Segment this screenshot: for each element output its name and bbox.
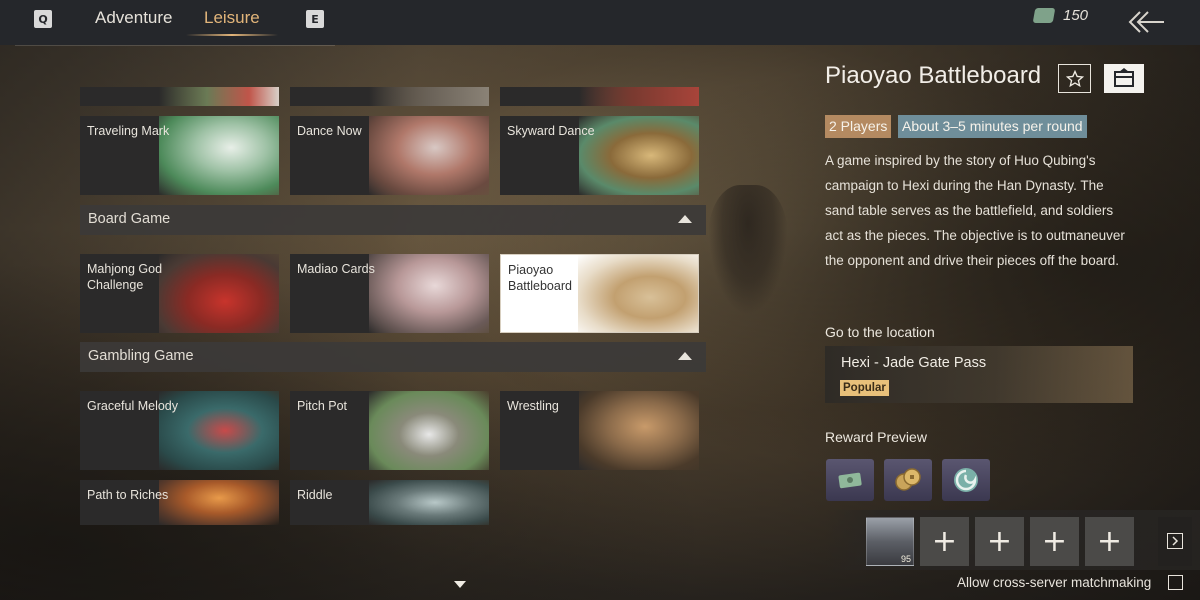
game-card-piaoyao-battleboard[interactable]: Piaoyao Battleboard (500, 254, 699, 333)
location-heading: Go to the location (825, 324, 935, 340)
reward-item[interactable] (884, 459, 932, 501)
star-icon (1065, 69, 1084, 87)
game-card-partial[interactable] (290, 87, 489, 106)
collapse-caret-icon (678, 352, 692, 360)
plus-icon: + (986, 523, 1013, 559)
game-card-traveling-mark[interactable]: Traveling Mark (80, 116, 279, 195)
game-card-partial[interactable] (80, 87, 279, 106)
share-button[interactable] (1104, 64, 1144, 93)
gift-icon (1114, 68, 1134, 87)
game-card-madiao-cards[interactable]: Madiao Cards (290, 254, 489, 333)
game-card-label: Dance Now (297, 124, 362, 138)
reward-heading: Reward Preview (825, 429, 927, 445)
section-title: Gambling Game (88, 348, 194, 364)
avatar-level: 95 (900, 554, 911, 564)
swirl-token-icon (954, 468, 978, 492)
section-header-gambling-game[interactable]: Gambling Game (80, 342, 706, 372)
game-card-label: Graceful Melody (87, 399, 179, 413)
collapse-caret-icon (678, 215, 692, 223)
plus-icon: + (1041, 523, 1068, 559)
game-card-graceful-melody[interactable]: Graceful Melody (80, 391, 279, 470)
game-card-label: Wrestling (507, 399, 559, 413)
game-card-riddle[interactable]: Riddle (290, 480, 489, 525)
avatar[interactable]: 95 (866, 517, 914, 566)
game-card-art (369, 87, 489, 106)
cross-server-label: Allow cross-server matchmaking (957, 575, 1152, 590)
game-card-partial[interactable] (500, 87, 699, 106)
game-card-label: Riddle (297, 488, 333, 502)
section-header-board-game[interactable]: Board Game (80, 205, 706, 235)
game-card-label: Pitch Pot (297, 399, 348, 413)
location-card[interactable]: Hexi - Jade Gate Pass Popular (825, 346, 1133, 403)
game-card-wrestling[interactable]: Wrestling (500, 391, 699, 470)
background-figure (708, 185, 788, 315)
player-count-tag: 2 Players (825, 115, 892, 138)
game-list[interactable]: Traveling Mark Dance Now Skyward Dance B… (80, 0, 706, 600)
game-card-art (159, 87, 279, 106)
game-title: Piaoyao Battleboard (825, 62, 1042, 89)
expand-panel-button[interactable] (1158, 517, 1192, 566)
game-card-label: Mahjong God Challenge (87, 262, 163, 292)
game-card-art (579, 87, 699, 106)
chevron-right-icon (1167, 533, 1183, 549)
coins-icon (895, 468, 921, 491)
plus-icon: + (931, 523, 958, 559)
game-card-label: Skyward Dance (507, 124, 595, 138)
cross-server-checkbox[interactable] (1168, 575, 1183, 590)
game-card-label: Traveling Mark (87, 124, 170, 138)
favorite-button[interactable] (1058, 64, 1091, 93)
location-name: Hexi - Jade Gate Pass (841, 355, 987, 371)
popular-badge: Popular (840, 380, 889, 396)
banknote-icon (838, 472, 862, 489)
game-card-mahjong-god-challenge[interactable]: Mahjong God Challenge (80, 254, 279, 333)
add-teammate-button[interactable]: + (975, 517, 1024, 566)
section-title: Board Game (88, 211, 171, 227)
game-card-label: Path to Riches (87, 488, 169, 502)
plus-icon: + (1096, 523, 1123, 559)
game-card-label: Piaoyao Battleboard (508, 263, 572, 293)
key-hint-q: Q (34, 10, 52, 28)
add-teammate-button[interactable]: + (1085, 517, 1134, 566)
scroll-down-arrow-icon[interactable] (454, 581, 466, 588)
game-card-label: Madiao Cards (297, 262, 375, 276)
game-description: A game inspired by the story of Huo Qubi… (825, 153, 1125, 268)
reward-item[interactable] (826, 459, 874, 501)
reward-item[interactable] (942, 459, 990, 501)
game-card-path-to-riches[interactable]: Path to Riches (80, 480, 279, 525)
add-teammate-button[interactable]: + (920, 517, 969, 566)
game-card-dance-now[interactable]: Dance Now (290, 116, 489, 195)
game-card-skyward-dance[interactable]: Skyward Dance (500, 116, 699, 195)
game-card-pitch-pot[interactable]: Pitch Pot (290, 391, 489, 470)
duration-tag: About 3–5 minutes per round (898, 115, 1087, 138)
add-teammate-button[interactable]: + (1030, 517, 1079, 566)
